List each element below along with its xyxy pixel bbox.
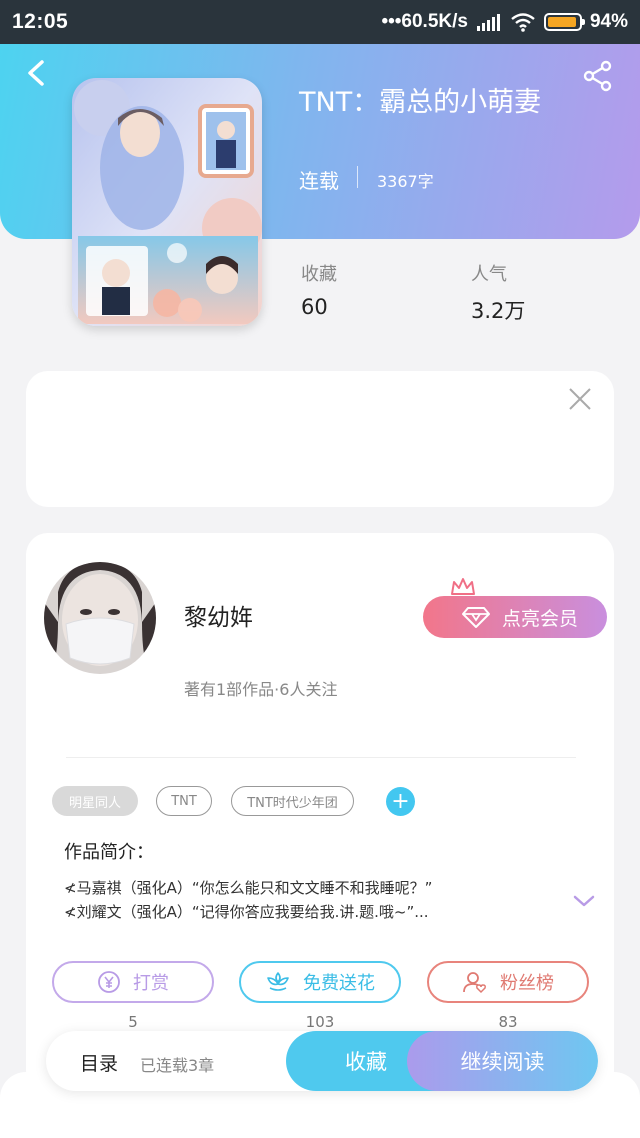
flower-count: 103 [305, 1013, 335, 1031]
wifi-icon [511, 13, 535, 32]
continue-reading-label: 继续阅读 [460, 1050, 545, 1074]
intro-label: 作品简介： [64, 842, 154, 863]
flower-icon [267, 972, 289, 991]
chapter-count: 已连载3章 [140, 1056, 215, 1075]
tag-item[interactable]: TNT时代少年团 [231, 786, 354, 816]
stat-favorites-value: 60 [301, 295, 328, 319]
plus-icon: + [391, 789, 410, 814]
fan-ranking-button-label: 粉丝榜 [500, 973, 554, 994]
author-meta: 著有1部作品·6人关注 [184, 680, 338, 699]
stat-favorites-label: 收藏 [301, 264, 337, 285]
tag-item[interactable]: 明星同人 [52, 786, 138, 816]
fan-user-icon [463, 972, 486, 994]
close-icon[interactable] [568, 387, 592, 411]
book-word-count: 3367字 [377, 172, 434, 191]
author-name[interactable]: 黎幼姩 [184, 598, 253, 632]
collect-button-label: 收藏 [345, 1050, 387, 1074]
share-icon[interactable] [582, 60, 614, 92]
stat-popularity-label: 人气 [471, 264, 507, 285]
free-flower-button-label: 免费送花 [303, 973, 375, 994]
ad-banner-card[interactable] [26, 371, 614, 507]
table-of-contents-button[interactable]: 目录 [80, 1049, 118, 1076]
network-speed: •••60.5K/s [381, 11, 468, 32]
chevron-down-icon[interactable] [572, 893, 596, 909]
crown-icon [451, 578, 475, 598]
activate-vip-button[interactable]: 点亮会员 [423, 596, 607, 638]
intro-line: ≮刘耀文（强化A）“记得你答应我要给我.讲.题.哦~”... [64, 903, 429, 921]
battery-percent: 94% [589, 11, 628, 32]
tag-item[interactable]: TNT [156, 786, 212, 816]
section-divider [66, 757, 576, 758]
status-bar: 12:05 •••60.5K/s 94% [0, 0, 640, 44]
continue-reading-button[interactable]: 继续阅读 [407, 1031, 598, 1091]
back-arrow-icon[interactable] [22, 58, 52, 88]
tip-count: 5 [128, 1013, 138, 1031]
intro-line: ≮马嘉祺（强化A）“你怎么能只和文文睡不和我睡呢？” [64, 879, 433, 897]
status-time: 12:05 [12, 10, 69, 33]
stat-popularity-value: 3.2万 [471, 299, 526, 323]
book-title: TNT：霸总的小萌妻 [299, 87, 542, 118]
fan-count: 83 [498, 1013, 518, 1031]
add-tag-button[interactable]: + [386, 787, 415, 816]
bottom-action-bar: 目录 已连载3章 收藏 继续阅读 [46, 1031, 598, 1091]
fan-ranking-button[interactable]: 粉丝榜 [427, 961, 589, 1003]
author-avatar[interactable] [44, 562, 156, 674]
battery-icon [543, 13, 585, 31]
free-flower-button[interactable]: 免费送花 [239, 961, 401, 1003]
diamond-icon [461, 607, 490, 628]
meta-divider [357, 166, 358, 188]
vip-button-label: 点亮会员 [501, 607, 578, 630]
book-cover-image[interactable] [72, 78, 262, 326]
book-status: 连载 [299, 169, 339, 193]
tip-button-label: 打赏 [133, 973, 169, 994]
tip-button[interactable]: 打赏 [52, 961, 214, 1003]
signal-icon [476, 14, 500, 31]
yen-coin-icon [98, 971, 120, 993]
